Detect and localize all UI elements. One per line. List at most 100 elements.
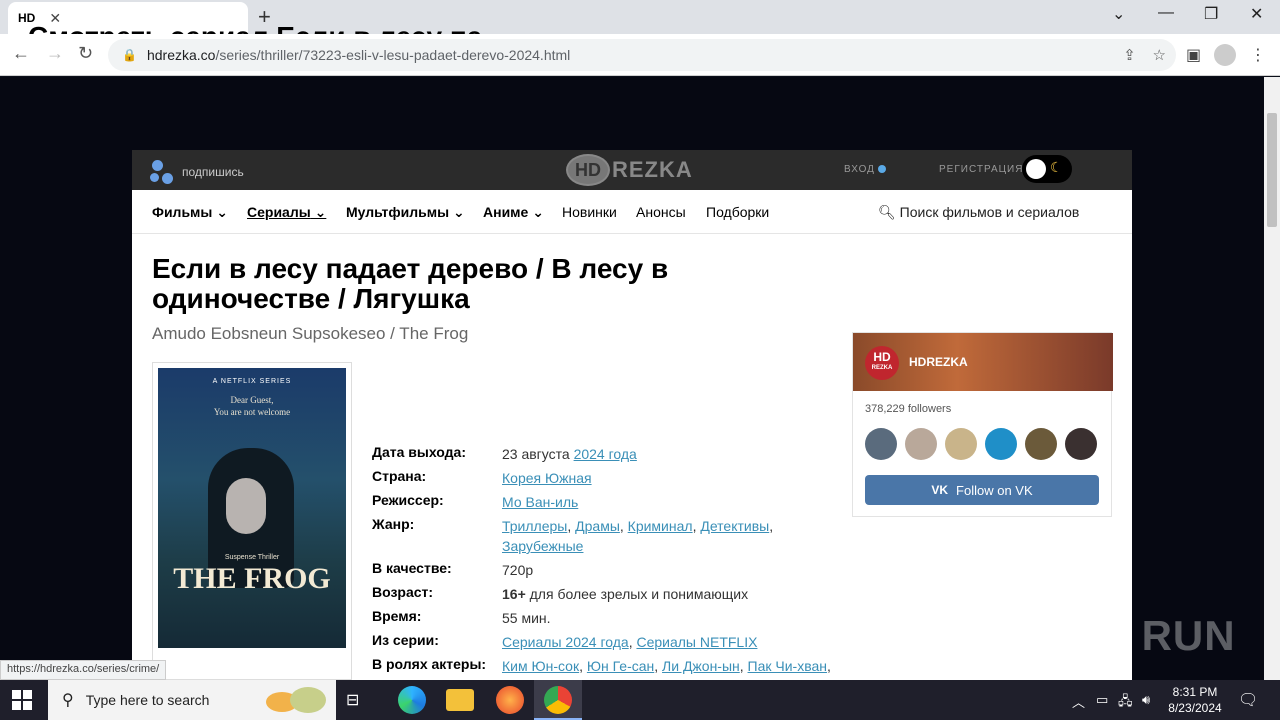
avatar[interactable] xyxy=(1025,428,1057,460)
vk-widget: HD REZKA HDREZKA 378,229 followers VK Foll… xyxy=(852,332,1113,517)
subscribe-label: подпишись xyxy=(182,165,244,179)
nav-movies[interactable]: Фильмы ⌄ xyxy=(152,204,228,221)
share-icon[interactable]: ⇪ xyxy=(1123,47,1136,64)
watermark: ANY RUN xyxy=(1038,612,1236,659)
genre-link[interactable]: Детективы xyxy=(700,518,769,534)
register-link[interactable]: РЕГИСТРАЦИЯ xyxy=(939,164,1023,175)
close-window-icon[interactable]: ✕ xyxy=(1250,4,1263,24)
melon-icon xyxy=(266,687,326,713)
theme-toggle[interactable]: ☾ xyxy=(1022,155,1072,183)
profile-icon[interactable] xyxy=(1214,44,1236,71)
poster-tagline: Dear Guest, You are not welcome xyxy=(213,395,291,417)
subscribe-link[interactable]: подпишись xyxy=(150,160,244,184)
actor-link[interactable]: Пак Чи-хван xyxy=(748,658,827,674)
omnibox-icons: ⇪ ☆ xyxy=(1123,46,1166,64)
poster-genre: Suspense Thriller xyxy=(224,554,280,561)
avatar[interactable] xyxy=(905,428,937,460)
subscribe-icon xyxy=(150,160,176,184)
minimize-icon[interactable]: — xyxy=(1158,4,1174,22)
avatar[interactable] xyxy=(1065,428,1097,460)
vk-group-name[interactable]: HDREZKA xyxy=(909,355,968,369)
toggle-knob xyxy=(1026,159,1046,179)
series-link[interactable]: Сериалы 2024 года xyxy=(502,634,629,650)
address-bar[interactable]: 🔒 hdrezka.co/series/thriller/73223-esli-… xyxy=(108,39,1176,71)
menu-icon[interactable]: ⋮ xyxy=(1250,45,1266,65)
network-icon[interactable]: 🖧︎ xyxy=(1118,692,1133,714)
browser-tab-active[interactable]: HD Смотреть сериал Если в лесу па ✕ xyxy=(8,2,482,52)
login-dot-icon xyxy=(877,165,886,174)
genre-link[interactable]: Зарубежные xyxy=(502,538,583,554)
volume-icon[interactable]: 🔊︎ xyxy=(1142,692,1150,708)
actor-link[interactable]: Ким Юн-сок xyxy=(502,658,579,674)
search-icon: 🔍︎ xyxy=(878,204,896,220)
chrome-icon xyxy=(544,686,572,714)
lock-icon: 🔒 xyxy=(122,48,137,62)
actor-link[interactable]: Ли Джон-ын xyxy=(662,658,740,674)
moon-icon: ☾ xyxy=(1050,159,1063,175)
vk-icon: VK xyxy=(931,483,949,497)
director-link[interactable]: Мо Ван-иль xyxy=(502,494,578,510)
url-path: /series/thriller/73223-esli-v-lesu-padae… xyxy=(215,47,571,63)
poster-frame[interactable]: A NETFLIX SERIES Dear Guest, You are not … xyxy=(152,362,352,680)
nav-cartoons[interactable]: Мультфильмы ⌄ xyxy=(346,204,465,221)
nav-announcements[interactable]: Анонсы xyxy=(636,204,686,220)
chrome-taskbar-button[interactable] xyxy=(534,680,582,720)
windows-start-icon[interactable] xyxy=(12,690,32,710)
avatar[interactable] xyxy=(865,428,897,460)
site-logo[interactable]: HD REZKA xyxy=(566,154,693,186)
vk-cover-image: HD REZKA HDREZKA xyxy=(853,333,1113,391)
nav-collections[interactable]: Подборки xyxy=(706,204,769,220)
side-panel-icon[interactable]: ▣ xyxy=(1186,45,1201,65)
logo-text: REZKA xyxy=(612,157,693,182)
page-scrollbar[interactable] xyxy=(1264,77,1280,680)
page-title: Если в лесу падает дерево / В лесу в оди… xyxy=(152,253,669,314)
nav-new[interactable]: Новинки xyxy=(562,204,617,220)
login-link[interactable]: ВХОД xyxy=(844,164,886,175)
genre-link[interactable]: Драмы xyxy=(575,518,620,534)
vk-followers: 378,229 followers xyxy=(865,403,952,415)
browser-tab-bar: HD Смотреть сериал Если в лесу па ✕ + ⌄ … xyxy=(0,0,1280,52)
series-link[interactable]: Сериалы NETFLIX xyxy=(636,634,757,650)
nav-series[interactable]: Сериалы ⌄ xyxy=(247,204,326,221)
search-icon: ⚲ xyxy=(62,692,74,709)
scrollbar-thumb[interactable] xyxy=(1267,113,1277,227)
country-link[interactable]: Корея Южная xyxy=(502,470,592,486)
genre-link[interactable]: Триллеры xyxy=(502,518,567,534)
url-host: hdrezka.co xyxy=(146,47,216,63)
edge-icon[interactable] xyxy=(398,686,426,714)
bookmark-star-icon[interactable]: ☆ xyxy=(1153,47,1166,64)
taskbar: ⚲ Type here to search ⊟ ︿ ▭ 🖧︎ 🔊︎ 8:31 P… xyxy=(0,680,1280,720)
genre-link[interactable]: Криминал xyxy=(628,518,693,534)
notifications-icon[interactable]: 🗨︎ xyxy=(1238,690,1258,710)
actor-link[interactable]: Юн Ге-сан xyxy=(587,658,654,674)
tab-search-icon[interactable]: ⌄ xyxy=(1112,4,1125,24)
browser-toolbar: ← → ↻ 🔒 hdrezka.co/series/thriller/73223… xyxy=(0,34,1280,76)
follow-vk-button[interactable]: VK Follow on VK xyxy=(865,475,1099,505)
release-year-link[interactable]: 2024 года xyxy=(574,446,637,462)
task-view-icon[interactable]: ⊟ xyxy=(346,690,374,718)
search-link[interactable]: 🔍︎ Поиск фильмов и сериалов xyxy=(878,204,1079,221)
reload-icon[interactable]: ↻ xyxy=(78,43,93,64)
poster-face xyxy=(226,478,266,534)
forward-icon[interactable]: → xyxy=(46,43,64,64)
file-explorer-icon[interactable] xyxy=(446,689,474,711)
logo-hd: HD xyxy=(566,154,610,186)
site-header: подпишись HD REZKA ВХОД РЕГИСТРАЦИЯ ☾ xyxy=(132,150,1132,190)
poster-title: THE FROG xyxy=(173,562,331,595)
main-nav: Фильмы ⌄ Сериалы ⌄ Мультфильмы ⌄ Аниме ⌄… xyxy=(132,190,1132,234)
tray-chevron-icon[interactable]: ︿ xyxy=(1072,692,1085,711)
nav-anime[interactable]: Аниме ⌄ xyxy=(483,204,544,221)
avatar[interactable] xyxy=(945,428,977,460)
avatar[interactable] xyxy=(985,428,1017,460)
content-area: Если в лесу падает дерево / В лесу в оди… xyxy=(132,234,1132,680)
original-title: Amudo Eobsneun Supsokeseo / The Frog xyxy=(152,324,469,343)
new-tab-icon[interactable]: + xyxy=(258,4,271,30)
device-icon[interactable]: ▭ xyxy=(1096,692,1108,708)
back-icon[interactable]: ← xyxy=(12,43,30,64)
firefox-icon[interactable] xyxy=(496,686,524,714)
poster-series-label: A NETFLIX SERIES xyxy=(212,378,292,385)
taskbar-clock[interactable]: 8:31 PM 8/23/2024 xyxy=(1160,684,1230,716)
poster-image[interactable]: A NETFLIX SERIES Dear Guest, You are not … xyxy=(158,368,346,648)
vk-group-logo[interactable]: HD REZKA xyxy=(865,346,899,380)
restore-icon[interactable]: ❐ xyxy=(1204,4,1218,24)
